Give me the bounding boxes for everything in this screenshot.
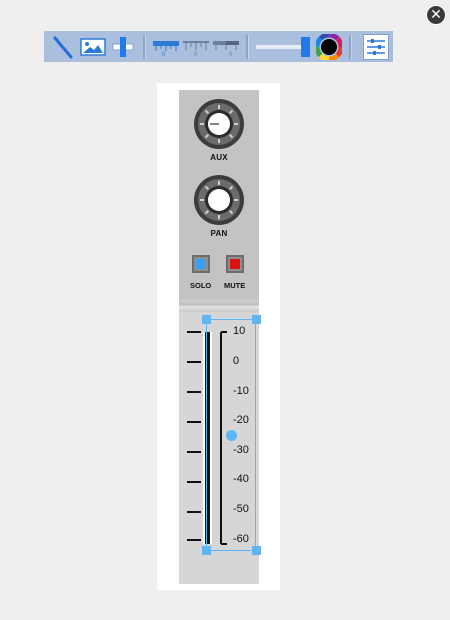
slider-icon	[112, 36, 134, 57]
color-wheel-button[interactable]	[314, 33, 344, 61]
image-tool-button[interactable]	[78, 33, 108, 61]
svg-text:0: 0	[162, 52, 166, 57]
knob-icon	[194, 175, 244, 225]
channel-strip-top: AUX PAN SOLO MUTE	[179, 90, 259, 300]
resize-handle-top-left[interactable]	[202, 315, 211, 324]
ruler-icon: 0	[153, 40, 179, 57]
resize-handle-top-right[interactable]	[252, 315, 261, 324]
solo-indicator	[196, 259, 206, 269]
style-tools	[254, 31, 344, 62]
ruler-tool-2-button[interactable]: 0	[181, 33, 211, 61]
ruler-tools: 0 0 0	[151, 31, 241, 62]
toolbar-separator	[246, 34, 249, 59]
solo-label: SOLO	[190, 281, 212, 290]
image-icon	[80, 37, 106, 56]
rotate-center-handle[interactable]	[226, 430, 237, 441]
drawing-tools	[48, 31, 138, 62]
knob-icon	[194, 99, 244, 149]
range-slider-icon	[256, 36, 310, 57]
close-button[interactable]: ✕	[425, 4, 447, 26]
line-tool-button[interactable]	[48, 33, 78, 61]
aux-label: AUX	[210, 153, 228, 162]
close-icon: ✕	[430, 7, 442, 23]
mute-label: MUTE	[224, 281, 246, 290]
svg-text:0: 0	[194, 52, 198, 57]
ruler-tool-3-button[interactable]: 0	[211, 33, 241, 61]
resize-handle-bottom-right[interactable]	[252, 546, 261, 555]
aux-knob[interactable]: AUX	[192, 97, 246, 162]
color-wheel-icon	[316, 33, 342, 60]
diagonal-line-icon	[53, 36, 73, 58]
canvas: AUX PAN SOLO MUTE 10 0 -10 -20 -30 -40 -…	[157, 83, 280, 590]
mixer-sliders-icon	[367, 38, 385, 55]
solo-button[interactable]	[192, 255, 210, 273]
resize-handle-bottom-left[interactable]	[202, 546, 211, 555]
toolbar: 0 0 0	[44, 31, 393, 62]
toolbar-separator	[143, 34, 146, 59]
ruler-icon: 0	[213, 40, 239, 57]
mixer-settings-button[interactable]	[363, 33, 389, 60]
slider-tool-button[interactable]	[108, 33, 138, 61]
strip-divider	[179, 300, 259, 312]
ruler-tool-1-button[interactable]: 0	[151, 33, 181, 61]
svg-text:0: 0	[229, 52, 233, 57]
mute-button[interactable]	[226, 255, 244, 273]
pan-label: PAN	[210, 229, 228, 238]
toolbar-separator	[349, 34, 352, 59]
mute-indicator	[230, 259, 240, 269]
pan-knob[interactable]: PAN	[192, 173, 246, 238]
range-slider-button[interactable]	[254, 33, 314, 61]
ruler-icon: 0	[183, 40, 209, 57]
